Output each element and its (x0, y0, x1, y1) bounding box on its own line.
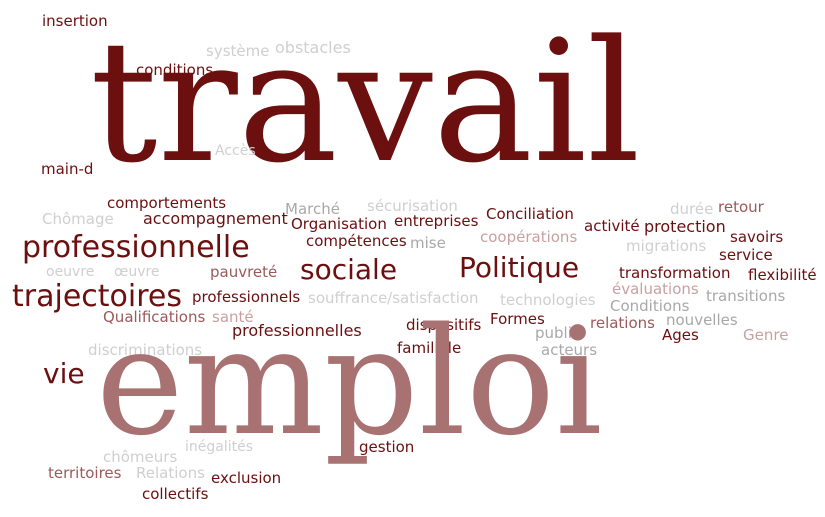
word-professionnelle: professionnelle (22, 230, 250, 265)
word-transitions: transitions (706, 287, 786, 305)
word-service: service (719, 246, 773, 264)
word-travail: travail (90, 4, 641, 200)
word-cooperations: coopérations (480, 228, 578, 246)
word-territoires: territoires (48, 464, 122, 482)
word-vie: vie (43, 357, 85, 390)
word-migrations: migrations (626, 237, 707, 255)
word-transformation: transformation (619, 264, 731, 282)
word-genre: Genre (743, 326, 789, 344)
word-flexibilite: flexibilité (748, 266, 817, 284)
word-emploi: emploi (96, 296, 603, 468)
word-exclusion: exclusion (211, 469, 282, 487)
word-oeuvre: oeuvre (46, 264, 95, 280)
word-pauvrete: pauvreté (210, 263, 278, 281)
word-duree: durée (670, 200, 714, 218)
word-sociale: sociale (300, 253, 398, 286)
word-retour: retour (718, 198, 764, 216)
word-conciliation: Conciliation (486, 205, 574, 223)
word-ages: Ages (662, 326, 699, 344)
word-politique: Politique (459, 251, 580, 284)
word-mise: mise (410, 234, 446, 252)
word-collectifs: collectifs (142, 485, 209, 503)
word-savoirs: savoirs (730, 228, 784, 246)
word-main-d: main-d (41, 160, 94, 178)
word-oeuvre-ligature: œuvre (114, 264, 160, 280)
word-acces: Accès (215, 143, 256, 159)
word-entreprises: entreprises (394, 212, 479, 230)
word-accompagnement: accompagnement (143, 209, 288, 228)
word-competences: compétences (306, 232, 407, 250)
word-protection: protection (644, 217, 726, 236)
word-gestion: gestion (359, 438, 415, 456)
word-cloud: insertion système obstacles conditions t… (0, 0, 825, 517)
word-inegalites: inégalités (185, 439, 254, 455)
word-relations-capital: Relations (136, 464, 205, 482)
word-chomeurs: chômeurs (103, 448, 178, 466)
word-evaluations: évaluations (612, 280, 699, 298)
word-activite: activité (584, 217, 640, 235)
word-organisation: Organisation (291, 215, 387, 233)
word-chomage: Chômage (42, 210, 114, 228)
